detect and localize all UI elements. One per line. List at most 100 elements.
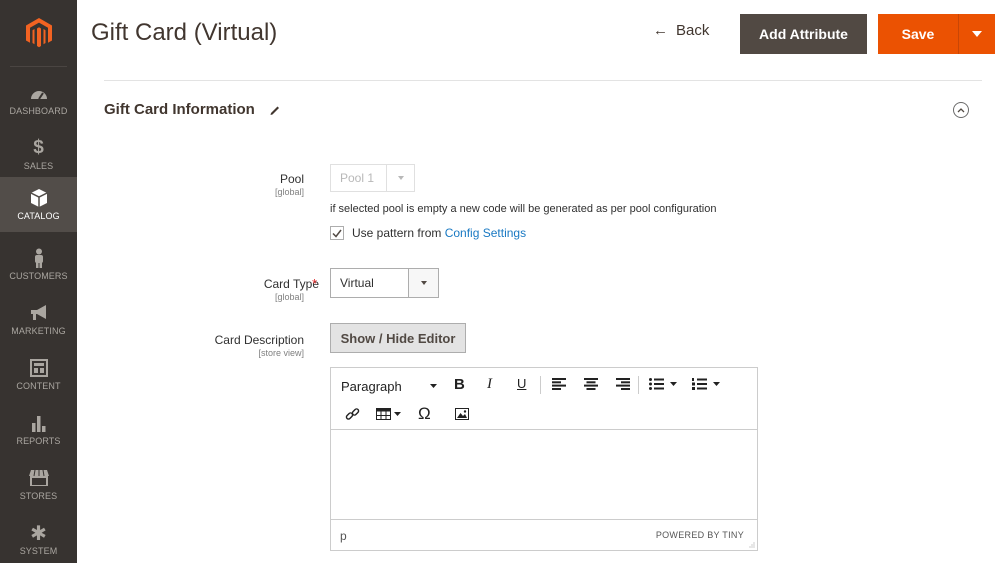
storefront-icon bbox=[28, 468, 50, 488]
caret-down-icon bbox=[972, 31, 982, 37]
gear-icon: ✱ bbox=[30, 522, 47, 545]
bullet-list-button[interactable] bbox=[649, 378, 677, 390]
caret-down-icon bbox=[670, 382, 677, 386]
align-left-icon bbox=[552, 378, 566, 390]
checkmark-icon bbox=[332, 229, 342, 238]
layout-icon bbox=[28, 358, 50, 378]
card-description-label: Card Description bbox=[214, 333, 304, 347]
sidebar-item-label: CONTENT bbox=[16, 381, 61, 391]
bar-chart-icon bbox=[28, 413, 50, 433]
element-path[interactable]: p bbox=[340, 529, 347, 543]
numbered-list-button[interactable] bbox=[692, 378, 720, 390]
pencil-icon bbox=[270, 106, 279, 115]
special-character-button[interactable]: Ω bbox=[418, 404, 431, 424]
use-pattern-row[interactable]: Use pattern from Config Settings bbox=[330, 226, 526, 240]
wysiwyg-editor: Paragraph B I U Ω p POWERED BY TINY bbox=[330, 367, 758, 551]
format-dropdown[interactable]: Paragraph bbox=[341, 377, 437, 395]
dashboard-icon bbox=[28, 83, 50, 103]
card-type-select[interactable]: Virtual bbox=[330, 268, 439, 298]
align-center-icon bbox=[584, 378, 598, 390]
box-icon bbox=[28, 188, 50, 208]
sidebar-item-label: REPORTS bbox=[16, 436, 61, 446]
required-mark: * bbox=[312, 276, 318, 291]
megaphone-icon bbox=[28, 303, 50, 323]
save-button[interactable]: Save bbox=[878, 14, 958, 54]
image-icon bbox=[455, 408, 469, 420]
pool-select[interactable]: Pool 1 bbox=[330, 164, 415, 192]
insert-link-button[interactable] bbox=[345, 407, 360, 422]
page-title: Gift Card (Virtual) bbox=[91, 19, 278, 46]
toolbar-separator bbox=[540, 376, 541, 394]
editor-toolbar: Paragraph B I U Ω bbox=[331, 368, 757, 430]
toolbar-separator bbox=[638, 376, 639, 394]
powered-by-tiny-link[interactable]: POWERED BY TINY bbox=[656, 530, 744, 540]
sidebar-item-stores[interactable]: STORES bbox=[0, 457, 77, 512]
insert-image-button[interactable] bbox=[455, 408, 469, 420]
sidebar-item-label: STORES bbox=[19, 491, 58, 501]
sidebar-item-marketing[interactable]: MARKETING bbox=[0, 292, 77, 347]
link-icon bbox=[345, 408, 360, 420]
sidebar-item-reports[interactable]: REPORTS bbox=[0, 402, 77, 457]
align-center-button[interactable] bbox=[584, 378, 598, 390]
editor-content-area[interactable] bbox=[331, 430, 757, 519]
sidebar-item-label: CUSTOMERS bbox=[9, 271, 68, 281]
sidebar-item-sales[interactable]: $ SALES bbox=[0, 127, 77, 182]
sidebar-item-system[interactable]: ✱ SYSTEM bbox=[0, 512, 77, 563]
caret-down-icon bbox=[394, 412, 401, 416]
sidebar-item-label: MARKETING bbox=[11, 326, 66, 336]
magento-logo[interactable] bbox=[0, 0, 77, 66]
insert-table-button[interactable] bbox=[376, 408, 401, 420]
save-options-toggle[interactable] bbox=[958, 14, 995, 54]
align-left-button[interactable] bbox=[552, 378, 566, 390]
add-attribute-button[interactable]: Add Attribute bbox=[740, 14, 867, 54]
back-label: Back bbox=[676, 22, 710, 39]
config-settings-link[interactable]: Config Settings bbox=[445, 226, 526, 240]
dollar-icon: $ bbox=[33, 137, 44, 158]
caret-down-icon bbox=[420, 281, 427, 285]
card-type-scope: [global] bbox=[274, 292, 304, 302]
bullet-list-icon bbox=[649, 378, 664, 390]
section-header[interactable]: Gift Card Information bbox=[104, 101, 281, 118]
page-header: Gift Card (Virtual) ← Back Add Attribute… bbox=[77, 0, 1000, 68]
show-hide-editor-button[interactable]: Show / Hide Editor bbox=[330, 323, 466, 353]
numbered-list-icon bbox=[692, 378, 707, 390]
underline-button[interactable]: U bbox=[517, 376, 526, 391]
format-dropdown-value: Paragraph bbox=[341, 378, 402, 394]
editor-statusbar: p POWERED BY TINY bbox=[331, 519, 757, 550]
sidebar-item-label: CATALOG bbox=[17, 211, 60, 221]
use-pattern-checkbox[interactable] bbox=[330, 226, 344, 240]
caret-down-icon bbox=[397, 176, 404, 180]
sidebar-item-content[interactable]: CONTENT bbox=[0, 347, 77, 402]
person-icon bbox=[28, 248, 50, 268]
pool-select-value: Pool 1 bbox=[340, 171, 375, 185]
caret-down-icon bbox=[430, 384, 437, 388]
table-icon bbox=[376, 408, 391, 420]
card-type-select-arrow bbox=[408, 269, 438, 297]
caret-down-icon bbox=[713, 382, 720, 386]
sidebar-item-catalog[interactable]: CATALOG bbox=[0, 177, 77, 232]
align-right-icon bbox=[616, 378, 630, 390]
use-pattern-label: Use pattern from Config Settings bbox=[352, 226, 527, 240]
back-button[interactable]: ← Back bbox=[653, 22, 709, 39]
card-description-scope: [store view] bbox=[258, 348, 304, 358]
arrow-left-icon: ← bbox=[653, 22, 668, 39]
pool-note: if selected pool is empty a new code wil… bbox=[330, 203, 717, 215]
italic-button[interactable]: I bbox=[487, 376, 492, 393]
align-right-button[interactable] bbox=[616, 378, 630, 390]
sidebar-item-dashboard[interactable]: DASHBOARD bbox=[0, 72, 77, 127]
header-divider bbox=[104, 80, 982, 81]
bold-button[interactable]: B bbox=[454, 376, 465, 393]
card-type-label: Card Type bbox=[263, 277, 319, 291]
sidebar-item-label: SYSTEM bbox=[19, 546, 58, 556]
section-title: Gift Card Information bbox=[104, 101, 255, 118]
resize-handle-icon[interactable] bbox=[749, 542, 755, 548]
pool-scope: [global] bbox=[274, 187, 304, 197]
sidebar-item-customers[interactable]: CUSTOMERS bbox=[0, 237, 77, 292]
pool-select-arrow bbox=[386, 165, 414, 191]
pool-label: Pool bbox=[279, 172, 304, 186]
card-type-select-value: Virtual bbox=[340, 276, 374, 290]
collapse-section-button[interactable] bbox=[953, 102, 969, 118]
sidebar-item-label: DASHBOARD bbox=[9, 106, 68, 116]
sidebar-item-label: SALES bbox=[23, 161, 54, 171]
magento-logo-icon bbox=[25, 18, 52, 48]
